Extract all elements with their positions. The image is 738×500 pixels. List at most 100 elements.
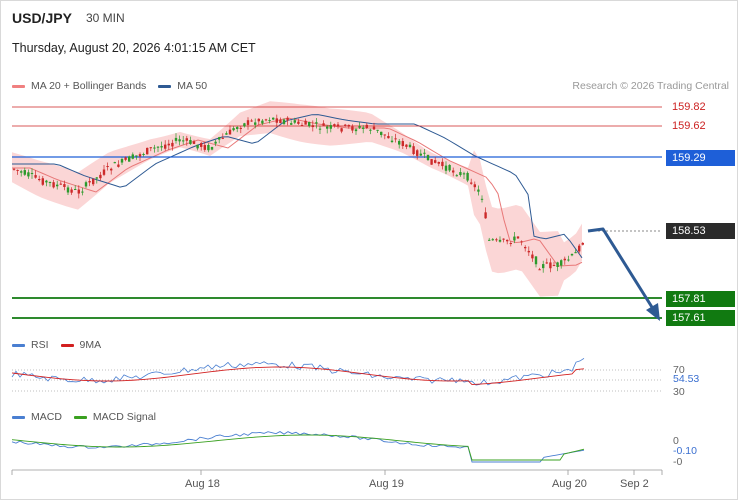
candle-body (297, 121, 300, 124)
candle-body (56, 184, 59, 187)
candle-body (491, 239, 494, 241)
candle-body (318, 128, 322, 130)
candle-body (376, 129, 379, 131)
candle-body (214, 141, 217, 144)
candle-body (326, 126, 329, 129)
candle-body (272, 117, 275, 120)
resistance-1-label: 159.62 (672, 120, 706, 132)
candle-body (261, 120, 264, 124)
candle-body (383, 134, 386, 136)
candle-body (102, 169, 106, 175)
candle-body (221, 137, 224, 139)
candle-body (347, 124, 350, 127)
legend-label-macd-signal: MACD Signal (92, 411, 156, 423)
candle-body (416, 150, 419, 156)
candle-body (207, 145, 210, 151)
candle-body (412, 146, 415, 154)
candle-body (27, 172, 30, 177)
candle-body (304, 120, 307, 125)
candle-body (264, 119, 268, 121)
candle-body (570, 253, 574, 256)
candle-body (315, 122, 318, 124)
x-tick-aug19: Aug 19 (369, 478, 404, 490)
candle-body (351, 126, 354, 131)
rsi-tick-30: 30 (673, 386, 685, 398)
candle-body (466, 172, 469, 181)
candle-body (182, 140, 185, 142)
legend-rsi: RSI 9MA (12, 339, 101, 351)
candle-body (38, 179, 41, 181)
x-tick-aug18: Aug 18 (185, 478, 220, 490)
candle-body (70, 189, 73, 193)
candle-body (156, 146, 160, 148)
price-chart (11, 101, 663, 475)
candle-body (135, 155, 138, 157)
candle-body (113, 162, 116, 164)
candle-body (398, 140, 401, 145)
candle-body (430, 159, 433, 165)
candle-body (124, 157, 127, 160)
candle-body (394, 138, 397, 140)
candle-body (257, 118, 260, 122)
candle-body (344, 124, 347, 126)
candle-body (477, 189, 480, 192)
candle-body (246, 120, 250, 125)
candle-body (369, 129, 372, 131)
candle-body (171, 142, 174, 147)
candle-body (387, 136, 390, 139)
candle-body (441, 161, 444, 167)
candle-body (506, 239, 509, 242)
candle-body (192, 141, 196, 144)
legend-swatch-macd (12, 415, 25, 419)
candle-body (228, 129, 232, 135)
candle-body (92, 178, 95, 185)
candle-body (480, 198, 484, 200)
forecast-arrow-line (587, 227, 657, 313)
candle-body (254, 122, 257, 125)
candle-body (84, 182, 88, 187)
resistance-2-label: 159.82 (672, 101, 706, 113)
candle-body (545, 262, 548, 264)
candle-body (290, 123, 293, 125)
candle-body (444, 165, 448, 171)
candle-body (488, 239, 491, 241)
candle-body (419, 153, 422, 156)
candle-body (462, 173, 466, 175)
bollinger-band-area (12, 101, 582, 297)
candle-body (426, 154, 430, 161)
candle-body (41, 178, 44, 185)
candle-body (23, 170, 26, 175)
candle-body (95, 177, 98, 179)
candle-body (232, 128, 235, 131)
x-tick-aug20: Aug 20 (552, 478, 587, 490)
candle-body (524, 246, 527, 249)
support-2-tag: 157.61 (666, 310, 735, 326)
candle-body (340, 128, 343, 132)
legend-swatch-macd-signal (73, 415, 87, 419)
candle-body (473, 184, 476, 188)
candle-body (282, 119, 286, 124)
candle-body (552, 265, 556, 267)
candle-body (77, 189, 80, 194)
candle-body (120, 159, 124, 163)
support-1-tag: 157.81 (666, 291, 735, 307)
x-tick-sep2: Sep 2 (620, 478, 649, 490)
candle-body (153, 147, 156, 149)
candle-body (250, 120, 253, 122)
candle-body (513, 236, 516, 241)
candle-body (268, 120, 271, 122)
candle-body (509, 243, 512, 245)
candle-body (405, 144, 408, 147)
candle-body (131, 154, 134, 159)
candle-body (74, 189, 77, 191)
candle-body (81, 191, 84, 193)
candle-body (455, 175, 458, 177)
pivot-price-tag: 159.29 (666, 150, 735, 166)
candle-body (311, 125, 314, 128)
candle-body (452, 170, 455, 173)
candle-body (200, 143, 203, 147)
candle-body (149, 147, 152, 149)
macd-tick-neg: -0 (673, 456, 683, 468)
candle-body (160, 146, 163, 148)
candle-body (174, 137, 178, 141)
